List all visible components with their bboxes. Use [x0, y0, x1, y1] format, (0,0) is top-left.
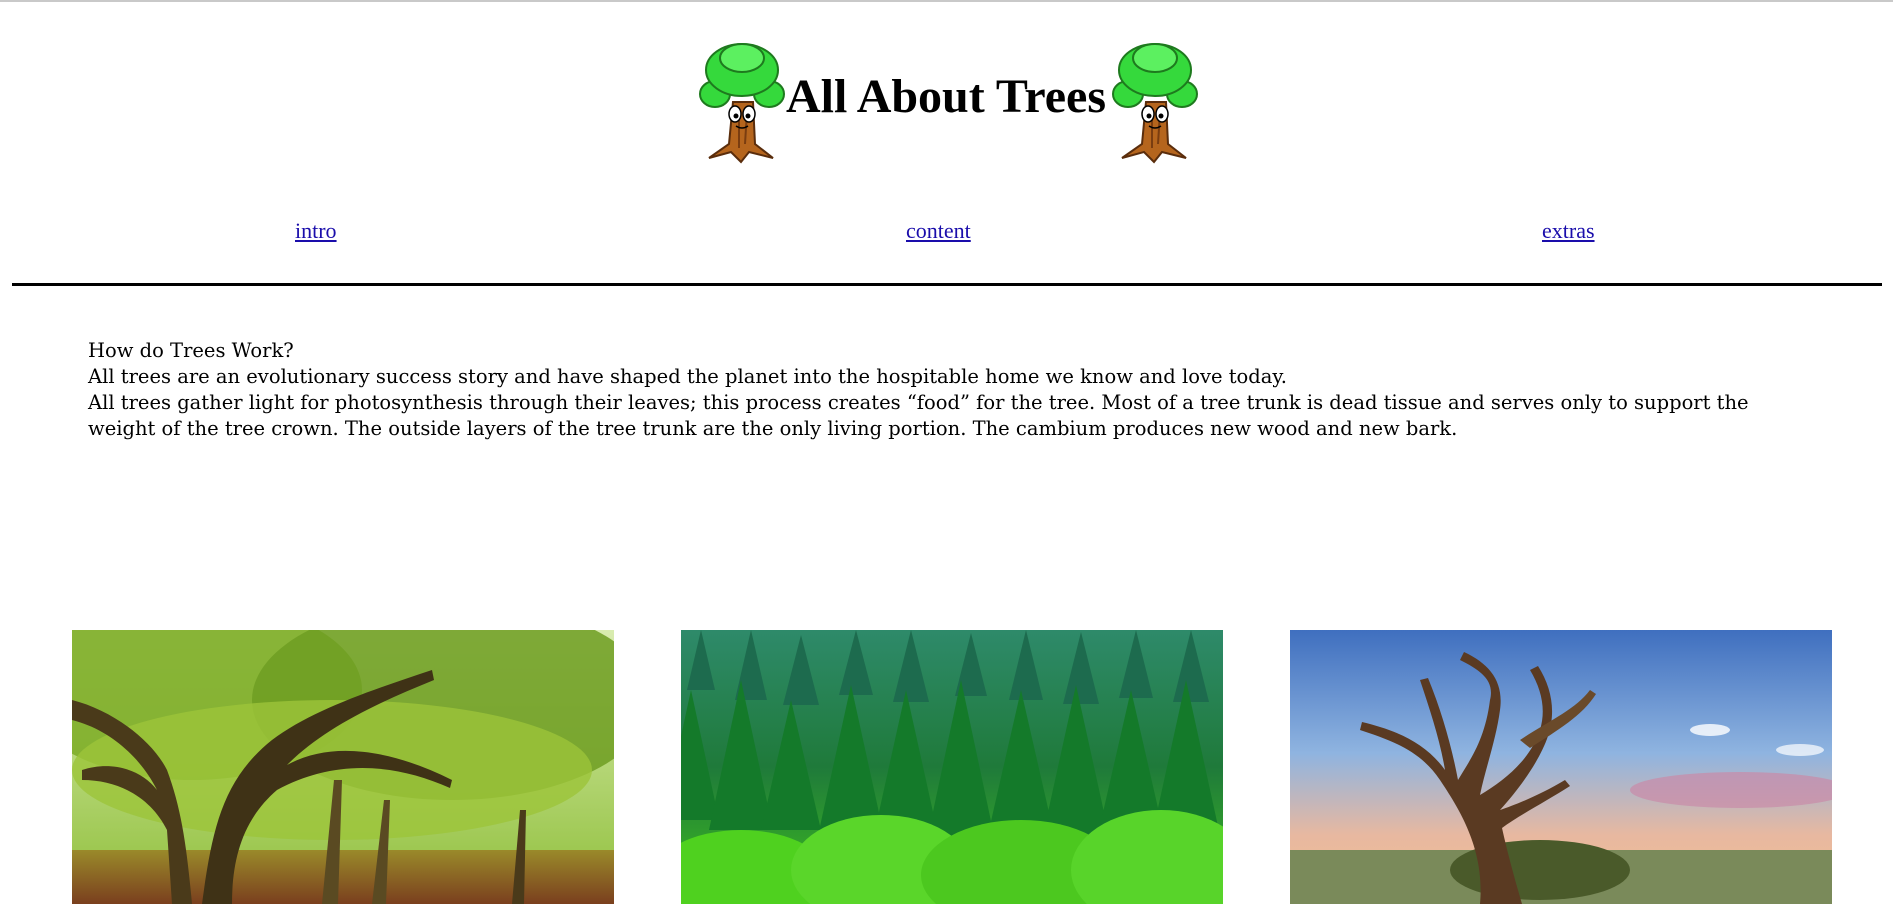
- nav-link-intro[interactable]: intro: [295, 218, 337, 244]
- nav-link-content[interactable]: content: [906, 218, 971, 244]
- body-paragraph: All trees gather light for photosynthesi…: [88, 391, 1749, 440]
- browser-top-border: [0, 0, 1893, 2]
- site-title: All About Trees: [786, 70, 1107, 123]
- cartoon-tree-icon: [1112, 43, 1198, 164]
- main-content: How do Trees Work? All trees are an evol…: [88, 338, 1788, 442]
- nav-divider: [12, 283, 1882, 286]
- conifer-forest-photo: [681, 630, 1223, 904]
- main-nav: intro content extras: [0, 218, 1893, 248]
- intro-paragraph: All trees are an evolutionary success st…: [88, 365, 1288, 388]
- dead-tree-sunset-photo: [1290, 630, 1832, 904]
- nav-link-extras[interactable]: extras: [1542, 218, 1595, 244]
- cartoon-tree-icon: [699, 43, 785, 164]
- forest-photo: [72, 630, 614, 904]
- page-header: All About Trees: [0, 18, 1893, 164]
- section-heading: How do Trees Work?: [88, 339, 294, 362]
